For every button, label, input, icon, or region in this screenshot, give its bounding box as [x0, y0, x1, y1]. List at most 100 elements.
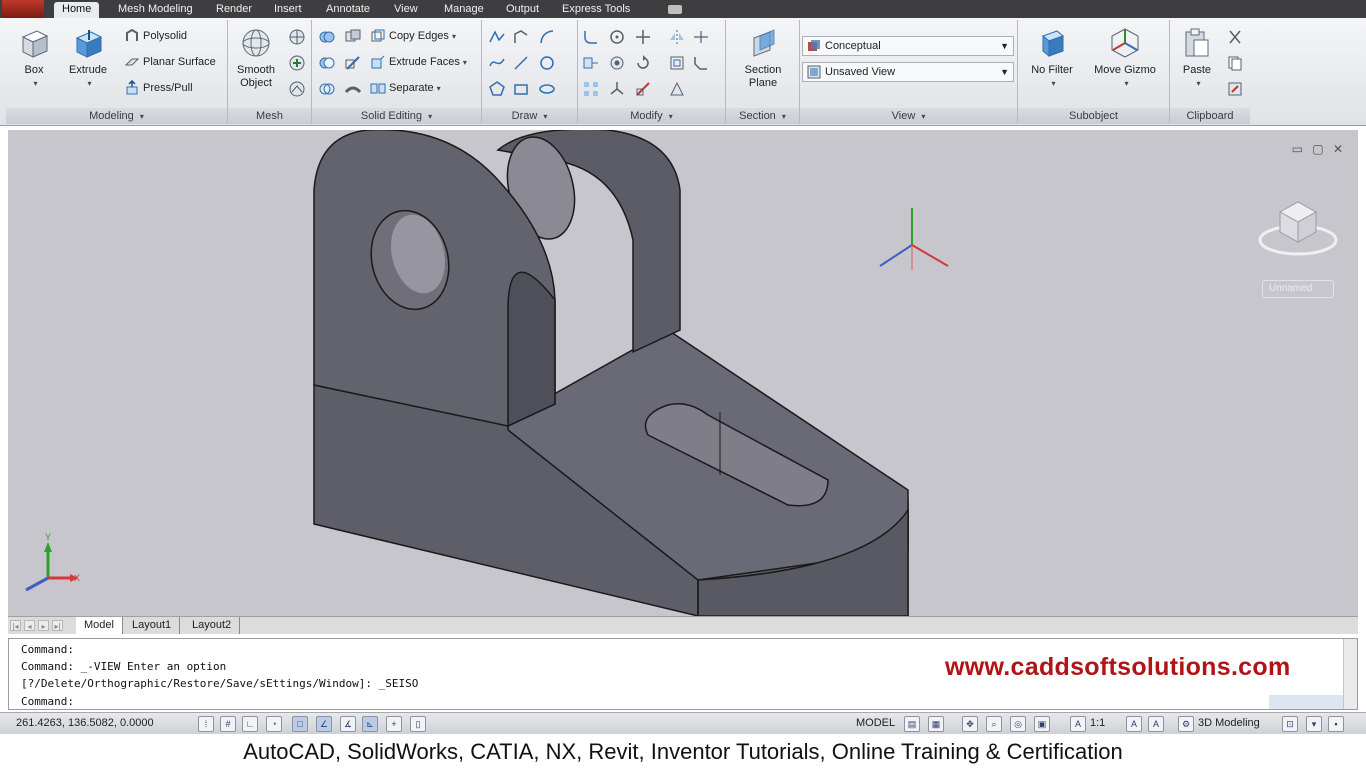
- prev-layout-icon[interactable]: ◂: [24, 620, 35, 631]
- align-3d-icon[interactable]: [608, 54, 626, 72]
- mesh-smooth-more-icon[interactable]: [288, 54, 306, 72]
- intersect-icon[interactable]: [318, 80, 336, 98]
- last-layout-icon[interactable]: ▸|: [52, 620, 63, 631]
- circle-icon[interactable]: [538, 54, 556, 72]
- scale-icon[interactable]: [634, 80, 652, 98]
- next-layout-icon[interactable]: ▸: [38, 620, 49, 631]
- ortho-mode-icon[interactable]: ∟: [242, 716, 258, 732]
- tab-layout2[interactable]: Layout2: [184, 617, 241, 634]
- status-menu-icon[interactable]: ▾: [1306, 716, 1322, 732]
- annotation-scale-icon[interactable]: A: [1070, 716, 1086, 732]
- trim-icon[interactable]: [692, 28, 710, 46]
- press-pull-button[interactable]: Press/Pull: [124, 78, 193, 98]
- mesh-refine-icon[interactable]: [288, 28, 306, 46]
- smooth-object-button[interactable]: Smooth Object: [230, 26, 282, 90]
- polar-tracking-icon[interactable]: ◔: [266, 716, 282, 732]
- polyline-icon[interactable]: [488, 28, 506, 46]
- mirror-icon[interactable]: [668, 28, 686, 46]
- spline-icon[interactable]: [488, 54, 506, 72]
- annotation-visibility-icon[interactable]: A: [1126, 716, 1142, 732]
- tab-output[interactable]: Output: [498, 2, 547, 18]
- viewport-window-controls[interactable]: ▭ ▢ ✕: [1292, 142, 1346, 156]
- separate-button[interactable]: Separate ▾: [370, 78, 441, 98]
- drawing-viewport[interactable]: Y X ▭ ▢ ✕ Unnamed: [8, 130, 1358, 616]
- tab-manage[interactable]: Manage: [436, 2, 492, 18]
- paste-button[interactable]: Paste ▾: [1172, 26, 1222, 90]
- 3d-polyline-icon[interactable]: [512, 28, 530, 46]
- quick-view-drawings-icon[interactable]: ▦: [928, 716, 944, 732]
- tab-view[interactable]: View: [386, 2, 426, 18]
- named-view-dropdown[interactable]: Unsaved View ▼: [802, 62, 1014, 82]
- erase-icon[interactable]: [668, 80, 686, 98]
- fillet-icon[interactable]: [582, 28, 600, 46]
- ucs-menu-dropdown[interactable]: Unnamed: [1262, 280, 1334, 298]
- panel-title-clipboard[interactable]: Clipboard: [1170, 108, 1250, 124]
- planar-surface-button[interactable]: Planar Surface: [124, 52, 216, 72]
- command-line-window[interactable]: Command: Command: _-VIEW Enter an option…: [8, 638, 1358, 710]
- gizmo-icon[interactable]: [608, 80, 626, 98]
- grid-display-icon[interactable]: #: [220, 716, 236, 732]
- slice-icon[interactable]: [344, 54, 362, 72]
- command-horizontal-scrollbar[interactable]: [1269, 695, 1343, 709]
- panel-title-modify[interactable]: Modify ▾: [578, 108, 725, 124]
- tab-home[interactable]: Home: [54, 2, 100, 18]
- command-prompt-input[interactable]: Command:: [21, 695, 74, 708]
- panel-title-mesh[interactable]: Mesh: [228, 108, 311, 124]
- rotate-3d-icon[interactable]: [608, 28, 626, 46]
- 3d-object-snap-icon[interactable]: ∠: [316, 716, 332, 732]
- dynamic-ucs-icon[interactable]: ⊾: [362, 716, 378, 732]
- box-button[interactable]: Box ▾: [8, 26, 60, 90]
- auto-scale-icon[interactable]: A: [1148, 716, 1164, 732]
- union-icon[interactable]: [318, 28, 336, 46]
- no-filter-button[interactable]: No Filter ▾: [1026, 26, 1078, 90]
- panel-title-section[interactable]: Section ▾: [726, 108, 799, 124]
- polysolid-button[interactable]: Polysolid: [124, 26, 187, 46]
- panel-title-draw[interactable]: Draw ▾: [482, 108, 577, 124]
- tab-model[interactable]: Model: [76, 617, 123, 634]
- show-lineweight-icon[interactable]: ▯: [410, 716, 426, 732]
- 3d-model-drawing[interactable]: [8, 130, 1358, 616]
- zoom-icon[interactable]: ⌕: [986, 716, 1002, 732]
- workspace-switching-icon[interactable]: ⚙: [1178, 716, 1194, 732]
- panel-title-view[interactable]: View ▾: [800, 108, 1017, 124]
- tab-express-tools[interactable]: Express Tools: [554, 2, 638, 18]
- subtract-icon[interactable]: [318, 54, 336, 72]
- lock-icon[interactable]: ⊡: [1282, 716, 1298, 732]
- tab-mesh-modeling[interactable]: Mesh Modeling: [110, 2, 201, 18]
- annotation-scale-dropdown[interactable]: 1:1: [1090, 717, 1105, 729]
- copy-icon[interactable]: [1226, 54, 1244, 72]
- workspace-dropdown[interactable]: 3D Modeling: [1198, 717, 1260, 729]
- ellipse-icon[interactable]: [538, 80, 556, 98]
- move-gizmo-button[interactable]: Move Gizmo ▾: [1090, 26, 1160, 90]
- tab-insert[interactable]: Insert: [266, 2, 310, 18]
- minimize-ribbon-toggle[interactable]: [668, 5, 682, 14]
- first-layout-icon[interactable]: |◂: [10, 620, 21, 631]
- panel-title-subobject[interactable]: Subobject: [1018, 108, 1169, 124]
- cursor-coordinates[interactable]: 261.4263, 136.5082, 0.0000: [16, 717, 154, 729]
- extrude-button[interactable]: Extrude ▾: [62, 26, 114, 90]
- rectangle-icon[interactable]: [512, 80, 530, 98]
- polygon-icon[interactable]: [488, 80, 506, 98]
- steeringwheel-icon[interactable]: ◎: [1010, 716, 1026, 732]
- match-properties-icon[interactable]: [1226, 80, 1244, 98]
- command-vertical-scrollbar[interactable]: [1343, 639, 1357, 709]
- pan-icon[interactable]: ✥: [962, 716, 978, 732]
- viewcube[interactable]: [1258, 201, 1338, 256]
- stretch-icon[interactable]: [582, 54, 600, 72]
- panel-title-modeling[interactable]: Modeling ▾: [6, 108, 227, 124]
- clean-screen-icon[interactable]: ▪: [1328, 716, 1344, 732]
- extrude-faces-button[interactable]: Extrude Faces ▾: [370, 52, 467, 72]
- tab-render[interactable]: Render: [208, 2, 260, 18]
- dynamic-input-icon[interactable]: +: [386, 716, 402, 732]
- thicken-icon[interactable]: [344, 80, 362, 98]
- object-snap-tracking-icon[interactable]: ∡: [340, 716, 356, 732]
- arc-icon[interactable]: [538, 28, 556, 46]
- tab-annotate[interactable]: Annotate: [318, 2, 378, 18]
- object-snap-icon[interactable]: □: [292, 716, 308, 732]
- snap-mode-icon[interactable]: ⁞: [198, 716, 214, 732]
- tab-layout1[interactable]: Layout1: [124, 617, 181, 634]
- application-menu-button[interactable]: [2, 0, 44, 18]
- rotate-icon[interactable]: [634, 54, 652, 72]
- showmotion-icon[interactable]: ▣: [1034, 716, 1050, 732]
- model-space-toggle[interactable]: MODEL: [856, 717, 895, 729]
